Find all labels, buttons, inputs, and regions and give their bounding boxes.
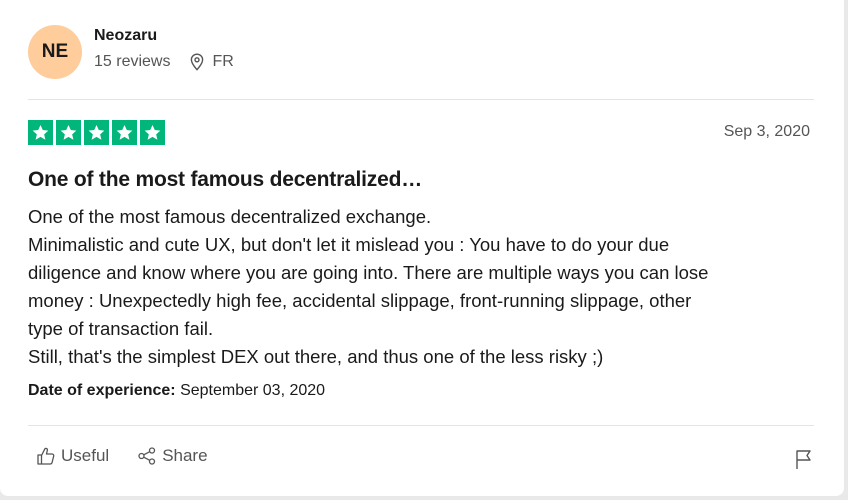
star-icon [28, 120, 53, 145]
review-body-line: money : Unexpectedly high fee, accidenta… [28, 290, 692, 311]
experience-label: Date of experience: [28, 382, 176, 399]
useful-button[interactable]: Useful [36, 446, 109, 466]
star-icon [112, 120, 137, 145]
review-actions: Useful Share [36, 446, 208, 466]
reviewer-meta: 15 reviews FR [94, 53, 234, 71]
review-body-line: diligence and know where you are going i… [28, 262, 709, 283]
review-card: NE Neozaru 15 reviews FR Sep 3, 2020 One… [0, 0, 844, 496]
review-body-line: Still, that's the simplest DEX out there… [28, 346, 604, 367]
divider-top [28, 99, 814, 100]
useful-label: Useful [61, 446, 110, 465]
star-icon [84, 120, 109, 145]
reviewer-country: FR [212, 53, 234, 70]
share-icon [138, 447, 156, 465]
date-of-experience: Date of experience: September 03, 2020 [28, 382, 325, 400]
review-body-line: One of the most famous decentralized exc… [28, 206, 432, 227]
review-body-line: type of transaction fail. [28, 318, 214, 339]
review-body: One of the most famous decentralized exc… [28, 203, 818, 371]
review-body-line: Minimalistic and cute UX, but don't let … [28, 234, 670, 255]
share-button[interactable]: Share [137, 446, 208, 466]
star-icon [140, 120, 165, 145]
experience-date: September 03, 2020 [180, 382, 326, 399]
flag-icon[interactable] [794, 448, 814, 470]
review-title[interactable]: One of the most famous decentralized… [28, 168, 422, 192]
location-pin-icon [191, 53, 204, 71]
review-count: 15 reviews [94, 53, 171, 70]
review-date: Sep 3, 2020 [723, 123, 810, 140]
thumbs-up-icon [37, 447, 55, 465]
star-icon [56, 120, 81, 145]
share-label: Share [162, 446, 208, 465]
reviewer-header: NE Neozaru 15 reviews FR [28, 24, 234, 80]
divider-bottom [28, 425, 814, 426]
reviewer-name[interactable]: Neozaru [94, 27, 234, 45]
star-rating [28, 120, 165, 145]
avatar[interactable]: NE [28, 25, 82, 79]
reviewer-info: Neozaru 15 reviews FR [94, 27, 234, 71]
